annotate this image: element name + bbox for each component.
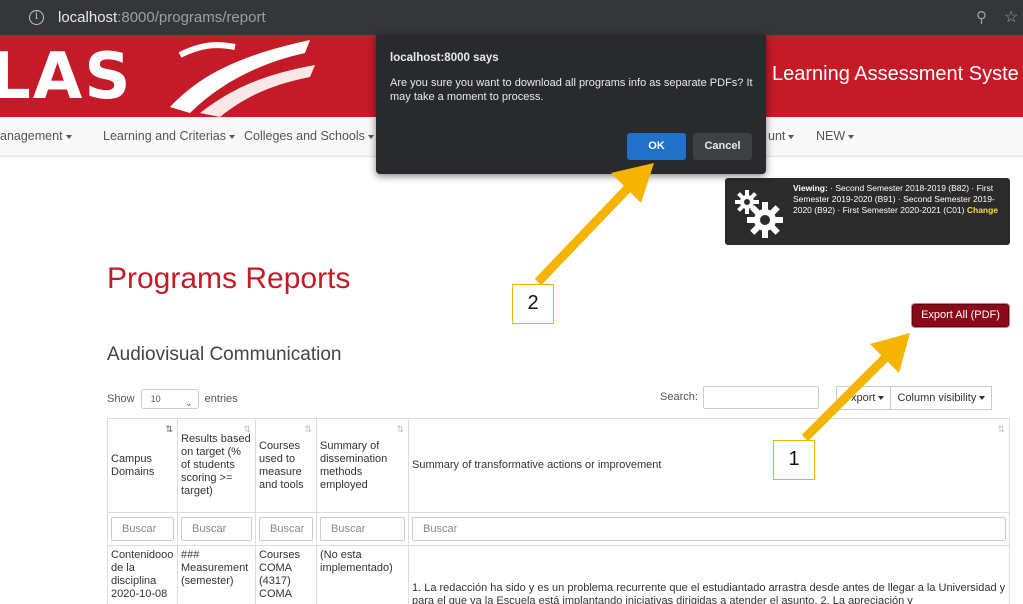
- column-header-courses[interactable]: ⇅ Courses used to measure and tools: [255, 418, 317, 513]
- entries-label: entries: [204, 392, 238, 405]
- caret-down-icon: [788, 134, 795, 139]
- table-button-group: xport Column visibility: [836, 386, 993, 410]
- address-url[interactable]: localhost:8000/programs/report: [58, 9, 266, 26]
- header-label: Campus Domains: [111, 452, 155, 478]
- table-cell: (No esta implementado): [316, 545, 409, 604]
- url-host: localhost: [58, 9, 118, 26]
- program-title: Audiovisual Communication: [107, 344, 342, 365]
- table-cell: 1. La redacción ha sido y es un problema…: [408, 545, 1010, 604]
- column-header-results[interactable]: ⇅ Results based on target (% of students …: [177, 418, 256, 513]
- export-label: xport: [851, 392, 876, 404]
- search-input[interactable]: [703, 386, 819, 409]
- show-label: Show: [107, 392, 135, 405]
- url-path: :8000/programs/report: [117, 9, 266, 26]
- search-label: Search:: [660, 391, 698, 403]
- sort-icon: ⇅: [396, 424, 404, 434]
- system-title: Learning Assessment Syste: [772, 63, 1019, 85]
- nav-management[interactable]: anagement: [0, 129, 72, 143]
- column-header-campus-domains[interactable]: ⇅ Campus Domains: [107, 418, 178, 513]
- sort-icon: ⇅: [997, 424, 1005, 434]
- caret-down-icon: [367, 134, 374, 139]
- dialog-cancel-button[interactable]: Cancel: [693, 133, 752, 160]
- filter-input-results[interactable]: Buscar: [181, 517, 252, 541]
- filter-input-campus[interactable]: Buscar: [111, 517, 174, 541]
- dialog-message: Are you sure you want to download all pr…: [390, 77, 753, 103]
- nav-new[interactable]: NEW: [816, 129, 855, 143]
- browser-address-bar: i localhost:8000/programs/report ⚲ ☆: [0, 0, 1023, 35]
- header-label: Summary of transformative actions or imp…: [412, 459, 662, 471]
- column-visibility-button[interactable]: Column visibility: [891, 386, 993, 410]
- header-label: Courses used to measure and tools: [259, 439, 304, 491]
- callout-1: 1: [773, 440, 815, 480]
- nav-learning-label: Learning and Criterias: [103, 129, 226, 143]
- column-header-transformative-actions[interactable]: ⇅ Summary of transformative actions or im…: [408, 418, 1010, 513]
- change-semesters-link[interactable]: Change: [967, 205, 998, 215]
- chevron-down-icon: ⌄: [185, 398, 193, 408]
- nav-account-label: unt: [768, 129, 786, 143]
- export-dropdown-button[interactable]: xport: [836, 386, 892, 410]
- confirm-dialog: localhost:8000 says Are you sure you wan…: [376, 35, 766, 174]
- site-logo[interactable]: LAS: [0, 40, 132, 114]
- gears-icon: [735, 190, 783, 238]
- zoom-icon[interactable]: ⚲: [976, 8, 987, 26]
- header-label: Results based on target (% of students s…: [181, 433, 251, 497]
- column-visibility-label: Column visibility: [897, 392, 977, 404]
- caret-down-icon: [848, 134, 855, 139]
- nav-colleges-schools[interactable]: Colleges and Schools: [244, 129, 374, 143]
- filter-input-actions[interactable]: Buscar: [412, 517, 1006, 541]
- export-all-pdf-button[interactable]: Export All (PDF): [912, 304, 1009, 327]
- info-icon[interactable]: i: [29, 10, 44, 25]
- arrow-2-graphic: [534, 163, 654, 286]
- page-title: Programs Reports: [107, 262, 351, 295]
- dialog-title: localhost:8000 says: [390, 52, 499, 64]
- nav-management-label: anagement: [0, 129, 63, 143]
- nav-account[interactable]: unt: [768, 129, 795, 143]
- filter-input-dissemination[interactable]: Buscar: [320, 517, 405, 541]
- caret-down-icon: [229, 134, 235, 139]
- header-label: Summary of dissemination methods employe…: [320, 439, 388, 491]
- filter-input-courses[interactable]: Buscar: [259, 517, 313, 541]
- sort-icon: ⇅: [243, 424, 251, 434]
- nav-new-label: NEW: [816, 129, 846, 143]
- callout-2: 2: [512, 284, 554, 324]
- viewing-text: Viewing: · Second Semester 2018-2019 (B8…: [793, 183, 1005, 216]
- viewing-semesters-panel: Viewing: · Second Semester 2018-2019 (B8…: [725, 178, 1010, 245]
- viewing-label: Viewing:: [793, 183, 828, 193]
- bookmark-star-icon[interactable]: ☆: [1004, 7, 1018, 27]
- programs-report-table: ⇅ Campus Domains ⇅ Results based on target…: [107, 418, 1010, 604]
- dialog-ok-button[interactable]: OK: [627, 133, 686, 160]
- sort-asc-icon: ⇅: [165, 424, 173, 434]
- nav-learning-criterias[interactable]: Learning and Criterias: [103, 129, 235, 143]
- caret-down-icon: [878, 396, 885, 401]
- show-entries-control: Show 10 ⌄ entries: [107, 389, 238, 409]
- table-row: Contenidooo de la disciplina 2020-10-08 …: [107, 545, 1010, 604]
- logo-wing-graphic: [170, 40, 315, 117]
- entries-value: 10: [150, 394, 161, 404]
- table-cell: ### Measurement (semester): [177, 545, 256, 604]
- table-cell: Contenidooo de la disciplina 2020-10-08: [107, 545, 178, 604]
- sort-icon: ⇅: [304, 424, 312, 434]
- caret-down-icon: [979, 396, 986, 401]
- nav-colleges-label: Colleges and Schools: [244, 129, 365, 143]
- column-header-dissemination[interactable]: ⇅ Summary of dissemination methods employ…: [316, 418, 409, 513]
- entries-select[interactable]: 10 ⌄: [140, 389, 199, 409]
- caret-down-icon: [65, 134, 72, 139]
- table-cell: Courses COMA (4317) COMA: [255, 545, 317, 604]
- filter-row: Buscar Buscar Buscar Buscar Buscar: [107, 512, 1010, 546]
